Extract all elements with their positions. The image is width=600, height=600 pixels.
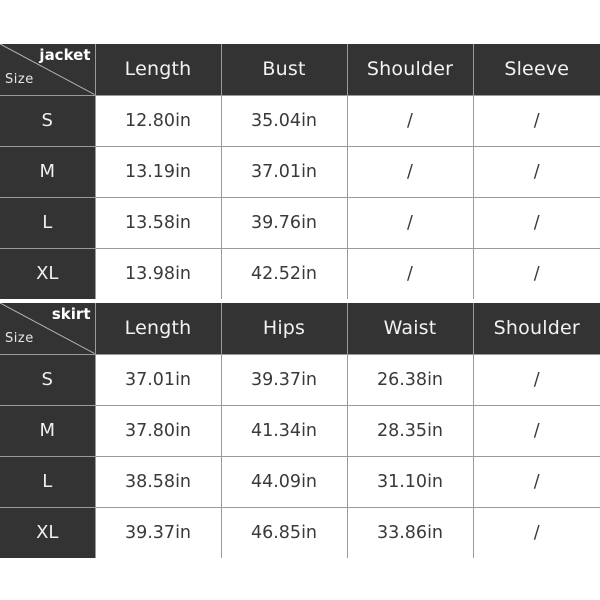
column-header-bust: Bust	[221, 44, 348, 96]
value-cell: 39.37in	[95, 507, 222, 558]
table-body-jacket: S 12.80in 35.04in / / M 13.19in 37.01in …	[0, 95, 600, 299]
size-table-jacket: jacket Size Length Bust Shoulder Sleeve …	[0, 44, 600, 299]
table-body-skirt: S 37.01in 39.37in 26.38in / M 37.80in 41…	[0, 354, 600, 558]
value-cell: 46.85in	[221, 507, 348, 558]
table-row: XL 13.98in 42.52in / /	[0, 248, 600, 299]
corner-size-label: Size	[5, 72, 34, 88]
corner-cell-jacket: jacket Size	[0, 44, 96, 96]
size-cell: L	[0, 197, 96, 249]
value-cell: /	[347, 197, 474, 249]
size-cell: M	[0, 405, 96, 457]
value-cell: /	[347, 95, 474, 147]
value-cell: 13.19in	[95, 146, 222, 198]
value-cell: 38.58in	[95, 456, 222, 508]
size-cell: XL	[0, 248, 96, 299]
table-row: S 37.01in 39.37in 26.38in /	[0, 354, 600, 406]
table-row: XL 39.37in 46.85in 33.86in /	[0, 507, 600, 558]
value-cell: 37.80in	[95, 405, 222, 457]
corner-category-label: jacket	[39, 46, 91, 64]
size-cell: S	[0, 95, 96, 147]
value-cell: 37.01in	[95, 354, 222, 406]
size-chart-sheet: jacket Size Length Bust Shoulder Sleeve …	[0, 0, 600, 600]
table-header-skirt: skirt Size Length Hips Waist Shoulder	[0, 303, 600, 355]
value-cell: /	[347, 146, 474, 198]
column-header-length: Length	[95, 44, 222, 96]
table-row: M 37.80in 41.34in 28.35in /	[0, 405, 600, 457]
value-cell: 39.76in	[221, 197, 348, 249]
value-cell: /	[473, 405, 600, 457]
value-cell: /	[473, 248, 600, 299]
value-cell: 39.37in	[221, 354, 348, 406]
size-cell: S	[0, 354, 96, 406]
value-cell: 42.52in	[221, 248, 348, 299]
column-header-waist: Waist	[347, 303, 474, 355]
table-row: L 38.58in 44.09in 31.10in /	[0, 456, 600, 508]
value-cell: /	[473, 146, 600, 198]
column-header-length: Length	[95, 303, 222, 355]
header-row: skirt Size Length Hips Waist Shoulder	[0, 303, 600, 355]
size-cell: L	[0, 456, 96, 508]
value-cell: 28.35in	[347, 405, 474, 457]
table-header-jacket: jacket Size Length Bust Shoulder Sleeve	[0, 44, 600, 96]
value-cell: /	[473, 456, 600, 508]
value-cell: 31.10in	[347, 456, 474, 508]
column-header-shoulder: Shoulder	[473, 303, 600, 355]
value-cell: 26.38in	[347, 354, 474, 406]
value-cell: 41.34in	[221, 405, 348, 457]
header-row: jacket Size Length Bust Shoulder Sleeve	[0, 44, 600, 96]
value-cell: 37.01in	[221, 146, 348, 198]
table-row: L 13.58in 39.76in / /	[0, 197, 600, 249]
corner-size-label: Size	[5, 331, 34, 347]
column-header-shoulder: Shoulder	[347, 44, 474, 96]
value-cell: /	[347, 248, 474, 299]
size-cell: M	[0, 146, 96, 198]
value-cell: /	[473, 95, 600, 147]
value-cell: 44.09in	[221, 456, 348, 508]
corner-cell-skirt: skirt Size	[0, 303, 96, 355]
value-cell: 33.86in	[347, 507, 474, 558]
size-cell: XL	[0, 507, 96, 558]
value-cell: 13.58in	[95, 197, 222, 249]
value-cell: /	[473, 507, 600, 558]
size-table-skirt: skirt Size Length Hips Waist Shoulder S …	[0, 303, 600, 558]
table-row: S 12.80in 35.04in / /	[0, 95, 600, 147]
value-cell: 13.98in	[95, 248, 222, 299]
corner-category-label: skirt	[51, 305, 91, 323]
value-cell: /	[473, 354, 600, 406]
value-cell: /	[473, 197, 600, 249]
value-cell: 12.80in	[95, 95, 222, 147]
column-header-sleeve: Sleeve	[473, 44, 600, 96]
value-cell: 35.04in	[221, 95, 348, 147]
column-header-hips: Hips	[221, 303, 348, 355]
table-row: M 13.19in 37.01in / /	[0, 146, 600, 198]
